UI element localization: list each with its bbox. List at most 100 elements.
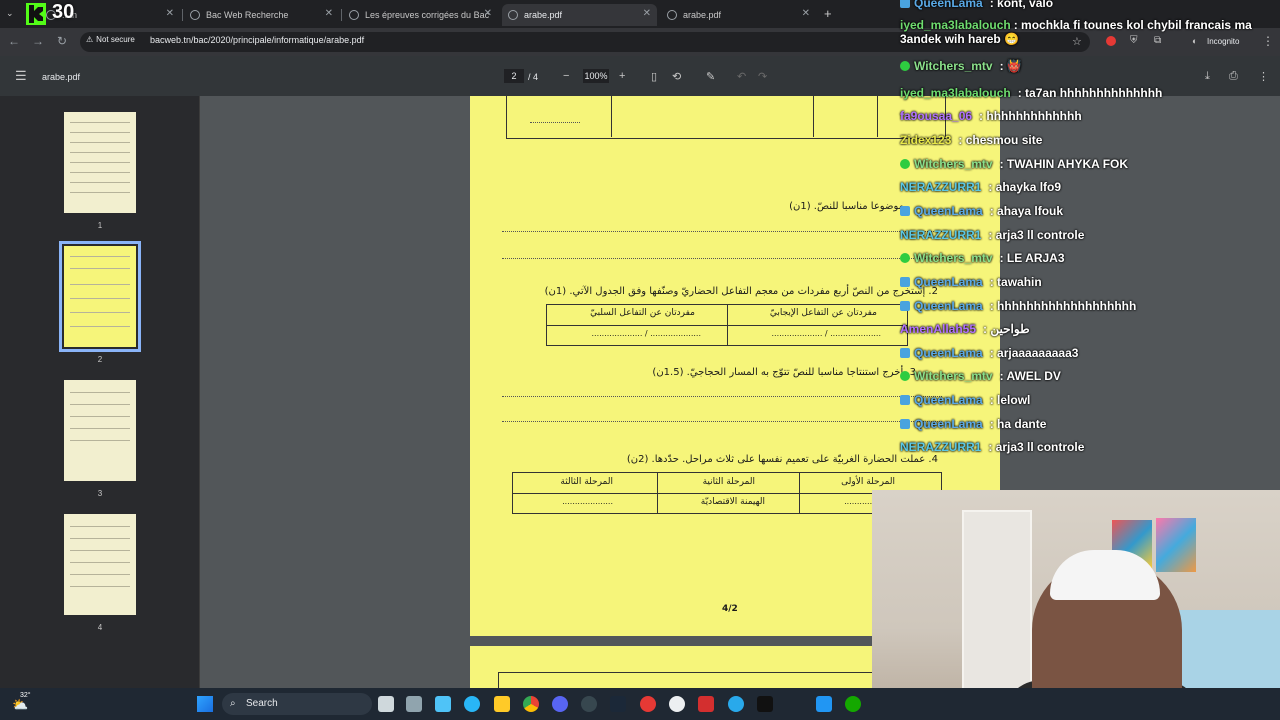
chat-username[interactable]: NERAZZURR1 — [900, 180, 981, 194]
tab-2[interactable]: Bac Web Recherche ✕ — [184, 4, 339, 26]
rotate-icon[interactable]: ⟲ — [672, 70, 681, 83]
table-cell: .................... / .................… — [591, 329, 702, 338]
security-indicator[interactable]: ⚠ Not secure — [86, 35, 135, 44]
chat-username[interactable]: QueenLama — [914, 204, 983, 218]
start-icon[interactable] — [197, 696, 213, 712]
chat-message: QueenLama : ha dante — [900, 417, 1046, 431]
file-explorer-icon[interactable] — [494, 696, 510, 712]
chat-username[interactable]: Witchers_mtv — [914, 251, 993, 265]
chat-message: NERAZZURR1 : ahayka lfo9 — [900, 180, 1061, 194]
chat-text: : ha dante — [989, 417, 1047, 431]
hamburger-menu-icon[interactable]: ☰ — [15, 68, 27, 84]
weather-icon[interactable]: ⛅ — [12, 697, 28, 713]
task-view-icon[interactable] — [378, 696, 394, 712]
pdf-icon — [667, 10, 677, 20]
redo-icon[interactable]: ↷ — [758, 70, 767, 83]
fit-page-icon[interactable]: ▯ — [651, 70, 657, 83]
chat-username[interactable]: QueenLama — [914, 299, 983, 313]
chat-message: QueenLama: hhhhhhhhhhhhhhhhhhh — [900, 299, 1136, 313]
url-text[interactable]: bacweb.tn/bac/2020/principale/informatiq… — [150, 35, 364, 45]
stream-chat-overlay: QueenLama: kont, valo iyed_ma3labalouch : … — [900, 0, 1280, 470]
monitor-icon[interactable] — [435, 696, 451, 712]
chat-message: NERAZZURR1 : arja3 ll controle — [900, 440, 1084, 454]
chat-text: : ahayka lfo9 — [988, 180, 1062, 194]
chat-username[interactable]: QueenLama — [914, 417, 983, 431]
chat-username[interactable]: QueenLama — [914, 346, 983, 360]
stage-1-header: المرحلة الأولى — [841, 477, 895, 487]
annotate-icon[interactable]: ✎ — [706, 70, 715, 83]
chat-username[interactable]: iyed_ma3labalouch — [900, 86, 1011, 100]
question-4: 4. عملت الحضارة الغربيّة على تعميم نفسها… — [626, 454, 938, 465]
telegram-icon[interactable] — [728, 696, 744, 712]
chat-username[interactable]: Witchers_mtv — [914, 59, 993, 73]
chat-badge-icon — [900, 253, 910, 263]
close-icon[interactable]: ✕ — [802, 8, 810, 19]
chrome-icon[interactable] — [523, 696, 539, 712]
close-icon[interactable]: ✕ — [484, 8, 492, 19]
upwork-icon[interactable] — [845, 696, 861, 712]
chat-username[interactable]: iyed_ma3labalouch — [900, 18, 1011, 32]
zoom-in-icon[interactable]: + — [619, 70, 625, 82]
tab-5[interactable]: arabe.pdf ✕ — [661, 4, 816, 26]
answer-line — [502, 421, 942, 422]
chat-username[interactable]: QueenLama — [914, 0, 983, 10]
close-icon[interactable]: ✕ — [325, 8, 333, 19]
chat-username[interactable]: fa9ousaa_06 — [900, 109, 972, 123]
search-icon: ⌕ — [230, 698, 236, 709]
thumbnail-page-1[interactable] — [64, 112, 136, 213]
edge-icon[interactable] — [464, 696, 480, 712]
thumbnail-page-4[interactable] — [64, 514, 136, 615]
forward-icon[interactable]: → — [30, 34, 46, 48]
thumbnail-page-2[interactable] — [59, 241, 141, 352]
answer-line — [502, 258, 942, 259]
tab-divider — [341, 9, 342, 21]
undo-icon[interactable]: ↶ — [737, 70, 746, 83]
thumbnail-number: 2 — [97, 355, 103, 364]
tab-label: arabe.pdf — [683, 10, 722, 20]
chat-message: QueenLama: kont, valo — [900, 0, 1053, 10]
chat-message: Witchers_mtv: LE ARJA3 — [900, 251, 1065, 265]
obs-icon[interactable] — [581, 696, 597, 712]
new-tab-button[interactable]: + — [824, 6, 832, 21]
tab-3[interactable]: Les épreuves corrigées du Bac ✕ — [343, 4, 498, 26]
close-icon[interactable]: ✕ — [643, 8, 651, 19]
chat-message: Zidex123: chesmou site — [900, 133, 1042, 147]
security-label: Not secure — [96, 35, 135, 44]
chat-message: QueenLama: lelowl — [900, 393, 1030, 407]
chat-username[interactable]: AmenAllah55 — [900, 322, 976, 336]
close-icon[interactable]: ✕ — [166, 8, 174, 19]
app-red-icon[interactable] — [698, 696, 714, 712]
vscode-icon[interactable] — [816, 696, 832, 712]
chat-badge-icon — [900, 159, 910, 169]
zoom-input[interactable]: 100% — [583, 69, 609, 83]
chat-text: : arja3 ll controle — [988, 440, 1085, 454]
media-player-icon[interactable] — [640, 696, 656, 712]
discord-icon[interactable] — [552, 696, 568, 712]
taskbar-search[interactable]: ⌕ Search — [222, 693, 372, 715]
thumbnail-page-3[interactable] — [64, 380, 136, 481]
widgets-icon[interactable] — [406, 696, 422, 712]
chat-username[interactable]: QueenLama — [914, 275, 983, 289]
tab-4[interactable]: arabe.pdf ✕ — [502, 4, 657, 26]
page-number-input[interactable]: 2 — [504, 69, 524, 83]
zoom-out-icon[interactable]: − — [563, 70, 569, 82]
chat-username[interactable]: Witchers_mtv — [914, 369, 993, 383]
chat-username[interactable]: NERAZZURR1 — [900, 440, 981, 454]
tab-label: Bac Web Recherche — [206, 10, 289, 20]
chat-message: Witchers_mtv: 👹 — [900, 59, 1022, 73]
chat-text: : tawahin — [989, 275, 1042, 289]
github-icon[interactable] — [669, 696, 685, 712]
chat-username[interactable]: QueenLama — [914, 393, 983, 407]
tab-label: Les épreuves corrigées du Bac — [365, 10, 490, 20]
chat-text: : TWAHIN AHYKA FOK — [999, 157, 1129, 171]
page-total: / 4 — [528, 72, 539, 82]
chat-username[interactable]: NERAZZURR1 — [900, 228, 981, 242]
back-icon[interactable]: ← — [6, 34, 22, 48]
weather-temp: 32° — [20, 692, 31, 699]
tab-search-icon[interactable]: ⌄ — [6, 8, 14, 19]
reload-icon[interactable]: ↻ — [54, 34, 70, 48]
tiktok-icon[interactable] — [757, 696, 773, 712]
chat-username[interactable]: Zidex123 — [900, 133, 951, 147]
steam-icon[interactable] — [610, 696, 626, 712]
chat-username[interactable]: Witchers_mtv — [914, 157, 993, 171]
